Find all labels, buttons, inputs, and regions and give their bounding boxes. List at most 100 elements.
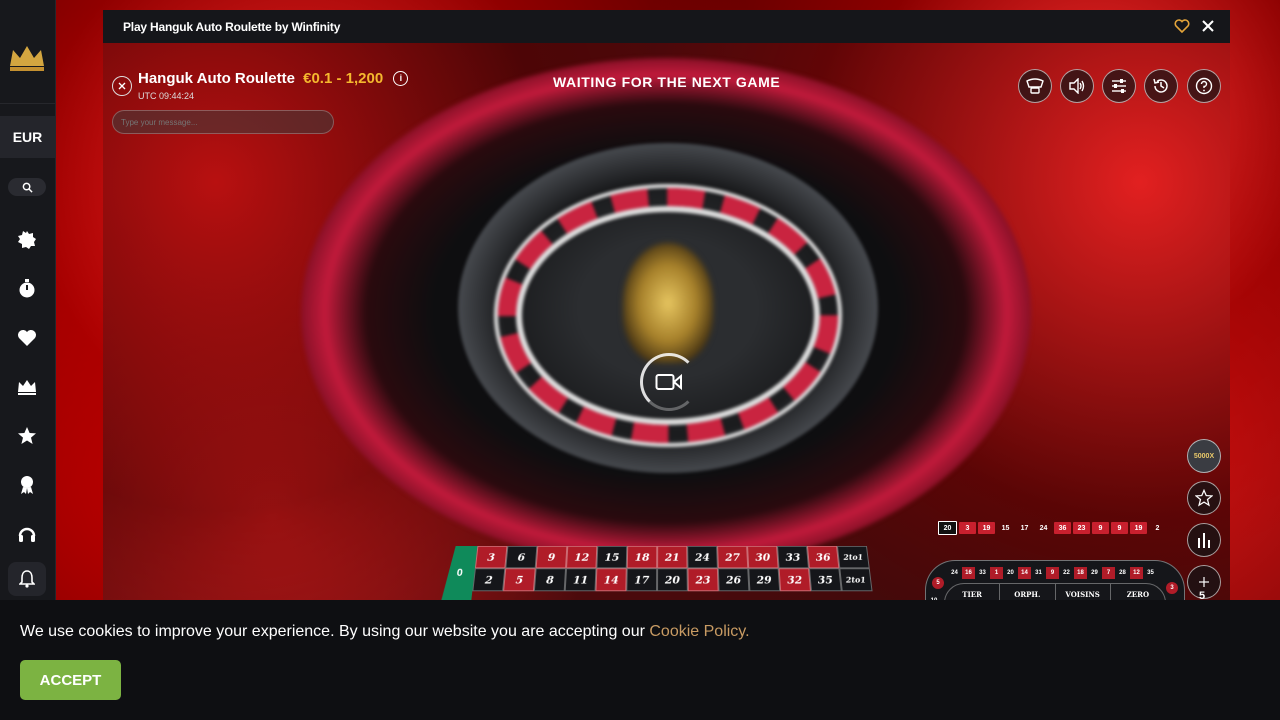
history-result: 19: [978, 522, 995, 534]
racetrack-number[interactable]: 35: [1144, 567, 1157, 579]
bet-cell[interactable]: 11: [564, 568, 597, 592]
statistics-button[interactable]: [1187, 523, 1221, 557]
bet-cell[interactable]: 8: [533, 568, 567, 592]
dealer-chat-icon: [1026, 78, 1044, 94]
speaker-icon: [1069, 78, 1085, 94]
racetrack-number[interactable]: 9: [1046, 567, 1059, 579]
racetrack-number[interactable]: 28: [1116, 567, 1129, 579]
bet-cell[interactable]: 17: [626, 568, 658, 592]
racetrack-section[interactable]: ORPH.: [1000, 584, 1056, 600]
history-result: 36: [1054, 522, 1071, 534]
vip-button[interactable]: [15, 375, 39, 399]
new-games-button[interactable]: [15, 228, 39, 252]
game-window: Play Hanguk Auto Roulette by Winfinity H…: [103, 10, 1230, 600]
history-result: 24: [1039, 524, 1048, 532]
racetrack-bets: 241633120143192218297281235 5 10 3 26 TI…: [925, 560, 1185, 600]
bell-icon: [19, 570, 35, 588]
cookie-policy-link[interactable]: Cookie Policy.: [649, 623, 749, 640]
cookie-banner: We use cookies to improve your experienc…: [0, 600, 1280, 720]
tournaments-button[interactable]: [15, 473, 39, 497]
recent-games-button[interactable]: [15, 277, 39, 301]
table-row: 3 6 9 12 15 18 21 24 27 30 33 36 2to1: [474, 545, 870, 569]
bet-cell[interactable]: 33: [777, 545, 809, 569]
bet-cell[interactable]: 29: [748, 568, 781, 592]
close-icon[interactable]: [1200, 18, 1216, 34]
search-button[interactable]: [8, 178, 46, 196]
game-titlebar: Play Hanguk Auto Roulette by Winfinity: [103, 10, 1230, 43]
bet-cell[interactable]: 2to1: [836, 545, 870, 569]
bet-cell[interactable]: 23: [687, 568, 719, 592]
notifications-button[interactable]: [8, 562, 46, 596]
bet-cell[interactable]: 26: [717, 568, 750, 592]
racetrack-numbers: 24 16 33 1 20 14 31 9 22 18 29 7 28 12 35: [948, 567, 1157, 579]
favorites-button[interactable]: [15, 326, 39, 350]
history-button[interactable]: [1144, 69, 1178, 103]
game-name: Hanguk Auto Roulette: [138, 70, 295, 87]
game-window-title: Play Hanguk Auto Roulette by Winfinity: [123, 19, 341, 34]
bet-cell[interactable]: 27: [717, 545, 749, 569]
racetrack-section[interactable]: TIER: [945, 584, 1001, 600]
bet-cell[interactable]: 14: [595, 568, 627, 592]
chat-dealer-button[interactable]: [1018, 69, 1052, 103]
racetrack-number[interactable]: 24: [948, 567, 961, 579]
sound-button[interactable]: [1060, 69, 1094, 103]
bet-cell[interactable]: 32: [778, 568, 811, 592]
chip-count: 5: [1199, 590, 1206, 600]
racetrack-number[interactable]: 7: [1102, 567, 1115, 579]
bet-cell[interactable]: 21: [657, 545, 688, 569]
racetrack-number[interactable]: 16: [962, 567, 975, 579]
bet-cell[interactable]: 3: [474, 545, 508, 569]
racetrack-number[interactable]: 22: [1060, 567, 1073, 579]
star-icon: [18, 427, 36, 444]
bet-cell[interactable]: 2: [472, 568, 506, 592]
close-icon: [118, 82, 126, 90]
racetrack-number[interactable]: 18: [1074, 567, 1087, 579]
sliders-icon: [1112, 79, 1126, 93]
settings-button[interactable]: [1102, 69, 1136, 103]
utc-time: UTC 09:44:24: [138, 91, 195, 101]
bet-cell[interactable]: 2to1: [839, 568, 873, 592]
favorite-bets-button[interactable]: [1187, 481, 1221, 515]
info-icon[interactable]: i: [393, 70, 409, 86]
logo-crown-icon[interactable]: [7, 44, 47, 72]
racetrack-number[interactable]: 12: [1130, 567, 1143, 579]
racetrack-cell[interactable]: 5: [932, 577, 944, 589]
history-result: 15: [1001, 524, 1010, 532]
racetrack-number[interactable]: 31: [1032, 567, 1045, 579]
bet-cell[interactable]: 20: [657, 568, 688, 592]
racetrack-number[interactable]: 20: [1004, 567, 1017, 579]
racetrack-cell[interactable]: 3: [1166, 582, 1178, 594]
top-games-button[interactable]: [15, 424, 39, 448]
bet-cell[interactable]: 35: [808, 568, 842, 592]
racetrack-section[interactable]: ZERO: [1111, 584, 1165, 600]
help-button[interactable]: [1187, 69, 1221, 103]
history-result: 20: [938, 521, 957, 535]
racetrack-number[interactable]: 14: [1018, 567, 1031, 579]
racetrack-section[interactable]: VOISINS: [1056, 584, 1111, 600]
bet-cell[interactable]: 9: [535, 545, 568, 569]
racetrack-number[interactable]: 33: [976, 567, 989, 579]
bet-cell[interactable]: 24: [687, 545, 718, 569]
star-outline-icon: [1195, 489, 1213, 507]
history-result: 23: [1073, 522, 1090, 534]
bet-cell[interactable]: 5: [503, 568, 536, 592]
favorite-heart-icon[interactable]: [1174, 18, 1190, 34]
bet-cell[interactable]: 18: [626, 545, 658, 569]
multiplier-badge[interactable]: 5000X: [1187, 439, 1221, 473]
support-button[interactable]: [15, 522, 39, 546]
bet-cell[interactable]: 12: [566, 545, 598, 569]
chat-message-input[interactable]: [112, 110, 334, 134]
bet-cell[interactable]: 15: [596, 545, 628, 569]
plus-icon: [1199, 577, 1209, 587]
racetrack-number[interactable]: 1: [990, 567, 1003, 579]
close-chat-button[interactable]: [112, 76, 132, 96]
currency-button[interactable]: EUR: [0, 116, 55, 158]
racetrack-number[interactable]: 29: [1088, 567, 1101, 579]
video-loading-spinner: [640, 353, 698, 411]
trophy-icon: [21, 476, 33, 494]
bet-cell-zero[interactable]: 0: [441, 546, 477, 600]
accept-cookies-button[interactable]: ACCEPT: [20, 660, 121, 700]
bet-cell[interactable]: 6: [505, 545, 538, 569]
bet-cell[interactable]: 30: [747, 545, 779, 569]
bet-cell[interactable]: 36: [807, 545, 840, 569]
